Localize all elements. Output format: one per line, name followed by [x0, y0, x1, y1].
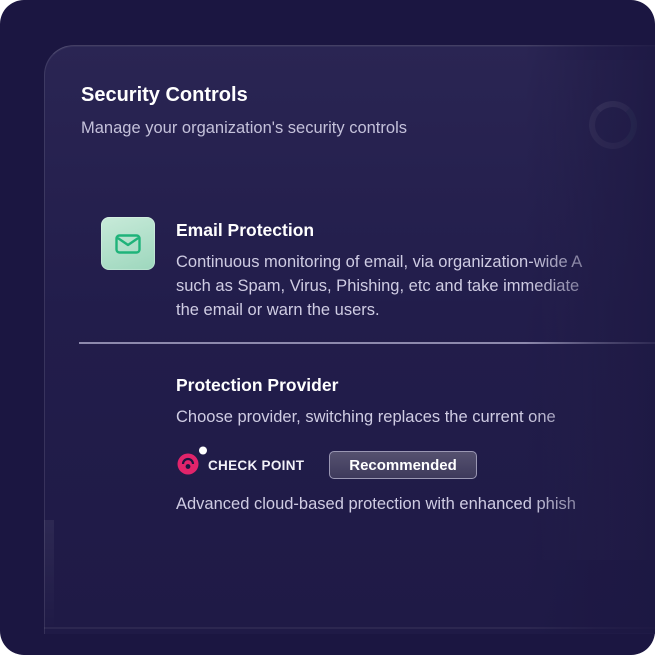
protection-provider-title: Protection Provider: [176, 375, 339, 395]
page-title: Security Controls: [81, 84, 248, 106]
email-protection-description-line-1: Continuous monitoring of email, via orga…: [176, 253, 583, 271]
provider-description: Advanced cloud-based protection with enh…: [176, 495, 576, 513]
card-bottom-edge: [44, 627, 655, 629]
protection-provider-description: Choose provider, switching replaces the …: [176, 408, 556, 426]
email-protection-title: Email Protection: [176, 220, 315, 240]
check-point-logo-icon: [177, 446, 207, 475]
email-protection-tile: [101, 217, 155, 270]
card-edge-highlight: [44, 520, 54, 630]
provider-name: CHECK POINT: [208, 458, 305, 473]
loading-spinner-icon: [589, 101, 637, 149]
app-frame: Security Controls Manage your organizati…: [0, 0, 655, 655]
section-divider: [79, 342, 655, 344]
page-subtitle: Manage your organization's security cont…: [81, 119, 407, 137]
email-protection-description-line-2: such as Spam, Virus, Phishing, etc and t…: [176, 277, 580, 295]
recommended-badge: Recommended: [329, 451, 477, 479]
email-protection-description-line-3: the email or warn the users.: [176, 301, 380, 319]
envelope-icon: [115, 233, 141, 254]
